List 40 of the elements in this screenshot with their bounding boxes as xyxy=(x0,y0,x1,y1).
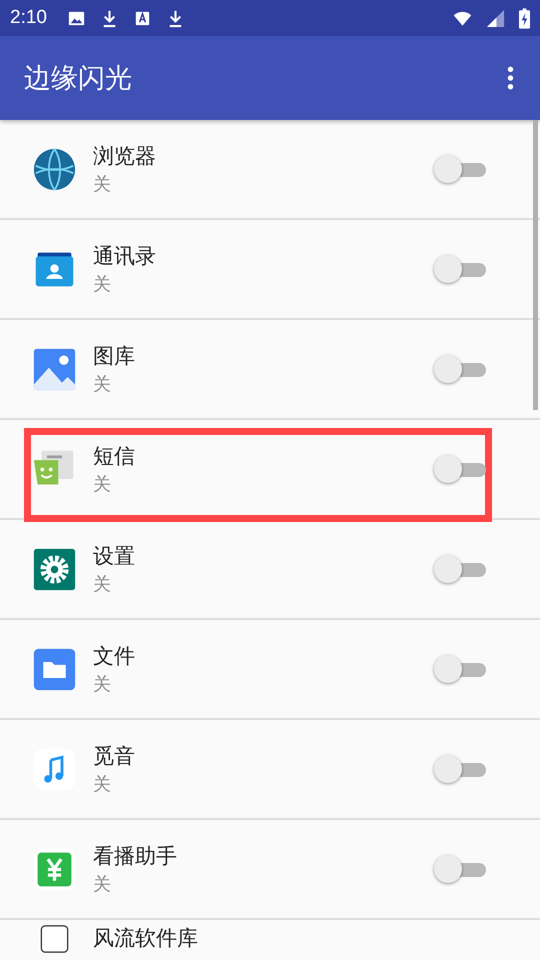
app-name: 看播助手 xyxy=(93,843,177,870)
app-row[interactable]: 看播助手 关 xyxy=(0,820,540,920)
settings-icon xyxy=(32,546,77,592)
app-status: 关 xyxy=(93,473,111,496)
app-status: 关 xyxy=(93,773,111,796)
toggle-switch[interactable] xyxy=(434,354,486,384)
globe-icon xyxy=(32,146,77,192)
app-status: 关 xyxy=(93,273,111,296)
app-row[interactable]: 短信 关 xyxy=(0,420,540,520)
app-name: 设置 xyxy=(93,543,135,570)
app-name: 短信 xyxy=(93,443,135,470)
toggle-switch[interactable] xyxy=(434,754,486,784)
app-status: 关 xyxy=(93,573,111,596)
signal-icon xyxy=(486,8,505,28)
battery-icon xyxy=(519,8,530,28)
toggle-switch[interactable] xyxy=(434,154,486,184)
app-name: 通讯录 xyxy=(93,243,156,270)
app-status: 关 xyxy=(93,173,111,196)
app-title: 边缘闪光 xyxy=(24,62,132,96)
app-name: 风流软件库 xyxy=(93,925,198,952)
app-status: 关 xyxy=(93,373,111,396)
toggle-switch[interactable] xyxy=(434,454,486,484)
app-name: 觅音 xyxy=(93,743,135,770)
app-status: 关 xyxy=(93,873,111,896)
more-options-icon[interactable] xyxy=(507,65,514,91)
toggle-switch[interactable] xyxy=(434,254,486,284)
folder-icon xyxy=(32,646,77,692)
app-row[interactable]: 风流软件库 xyxy=(0,920,540,960)
app-row[interactable]: 觅音 关 xyxy=(0,720,540,820)
app-status: 关 xyxy=(93,673,111,696)
toggle-switch[interactable] xyxy=(434,554,486,584)
app-name: 浏览器 xyxy=(93,143,156,170)
app-row[interactable]: 文件 关 xyxy=(0,620,540,720)
app-row[interactable]: 设置 关 xyxy=(0,520,540,620)
toggle-switch[interactable] xyxy=(434,654,486,684)
toggle-switch[interactable] xyxy=(434,854,486,884)
clock-time: 2:10 xyxy=(10,7,47,29)
app-name: 文件 xyxy=(93,643,135,670)
picture-icon xyxy=(32,346,77,392)
app-name: 图库 xyxy=(93,343,135,370)
